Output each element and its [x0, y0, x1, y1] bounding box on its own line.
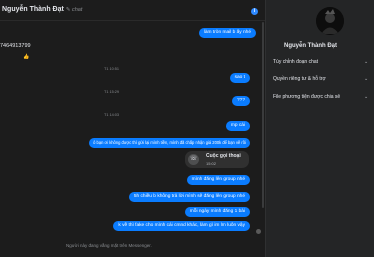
message-bubble[interactable]: làm tròn mail b ấy nhé [198, 28, 256, 38]
voice-call-card[interactable]: ☏ Cuộc gọi thoại 15:02 [185, 151, 249, 168]
contact-name-text: Nguyễn Thành Đạt [2, 6, 64, 13]
timestamp: T1 15:29 [104, 90, 119, 94]
call-time: 15:02 [206, 161, 217, 166]
timestamp: T1 10:51 [104, 67, 119, 71]
chevron-down-icon[interactable]: ⌄ [364, 76, 368, 82]
privacy-support-item[interactable]: Quyền riêng tư & hỗ trợ [273, 76, 326, 82]
timestamp: T1 14:03 [104, 113, 119, 117]
message-bubble[interactable]: sao t [229, 73, 250, 83]
chevron-down-icon[interactable]: ⌄ [364, 59, 368, 65]
chevron-down-icon[interactable]: ⌄ [364, 94, 368, 100]
profile-name: Nguyễn Thành Đạt [284, 43, 338, 49]
incoming-message: 7464913799 [0, 43, 31, 49]
message-bubble[interactable]: k về thì fake cho mình cái cmnd khác, là… [113, 221, 250, 231]
call-title: Cuộc gọi thoại [206, 153, 241, 159]
message-bubble[interactable]: ??? [231, 96, 250, 106]
message-bubble[interactable]: 5h chiều b không trả lời mình sẽ đăng lê… [128, 192, 250, 202]
shared-media-item[interactable]: File phương tiện được chia sẻ [273, 94, 340, 100]
offline-notice: Người này đang vắng mặt trên Messenger. [66, 243, 152, 248]
chat-header: Nguyễn Thành Đạt ✎ chat [0, 0, 265, 21]
side-panel [265, 0, 374, 257]
message-bubble[interactable]: mỗi ngày mình đăng 1 bài [184, 207, 250, 217]
profile-avatar[interactable] [316, 7, 344, 35]
message-bubble[interactable]: mp cái [225, 121, 250, 131]
phone-icon: ☏ [188, 154, 199, 165]
contact-name[interactable]: Nguyễn Thành Đạt ✎ chat [2, 6, 82, 13]
info-icon[interactable]: i [251, 8, 258, 15]
message-bubble[interactable]: ô bạn ơi không được thì gửi lại mình tiề… [89, 138, 250, 148]
message-bubble[interactable]: mình đăng lên group nhé [186, 175, 250, 185]
customize-chat-item[interactable]: Tùy chỉnh đoạn chat [273, 59, 318, 65]
contact-status: ✎ chat [65, 7, 83, 13]
scrollbar[interactable] [262, 22, 264, 208]
thumbs-up-icon: 👍 [23, 54, 30, 60]
chat-area: Nguyễn Thành Đạt ✎ chat 7464913799 👍 làm … [0, 0, 265, 257]
seen-avatar [256, 229, 261, 234]
avatar-silhouette [316, 7, 344, 35]
